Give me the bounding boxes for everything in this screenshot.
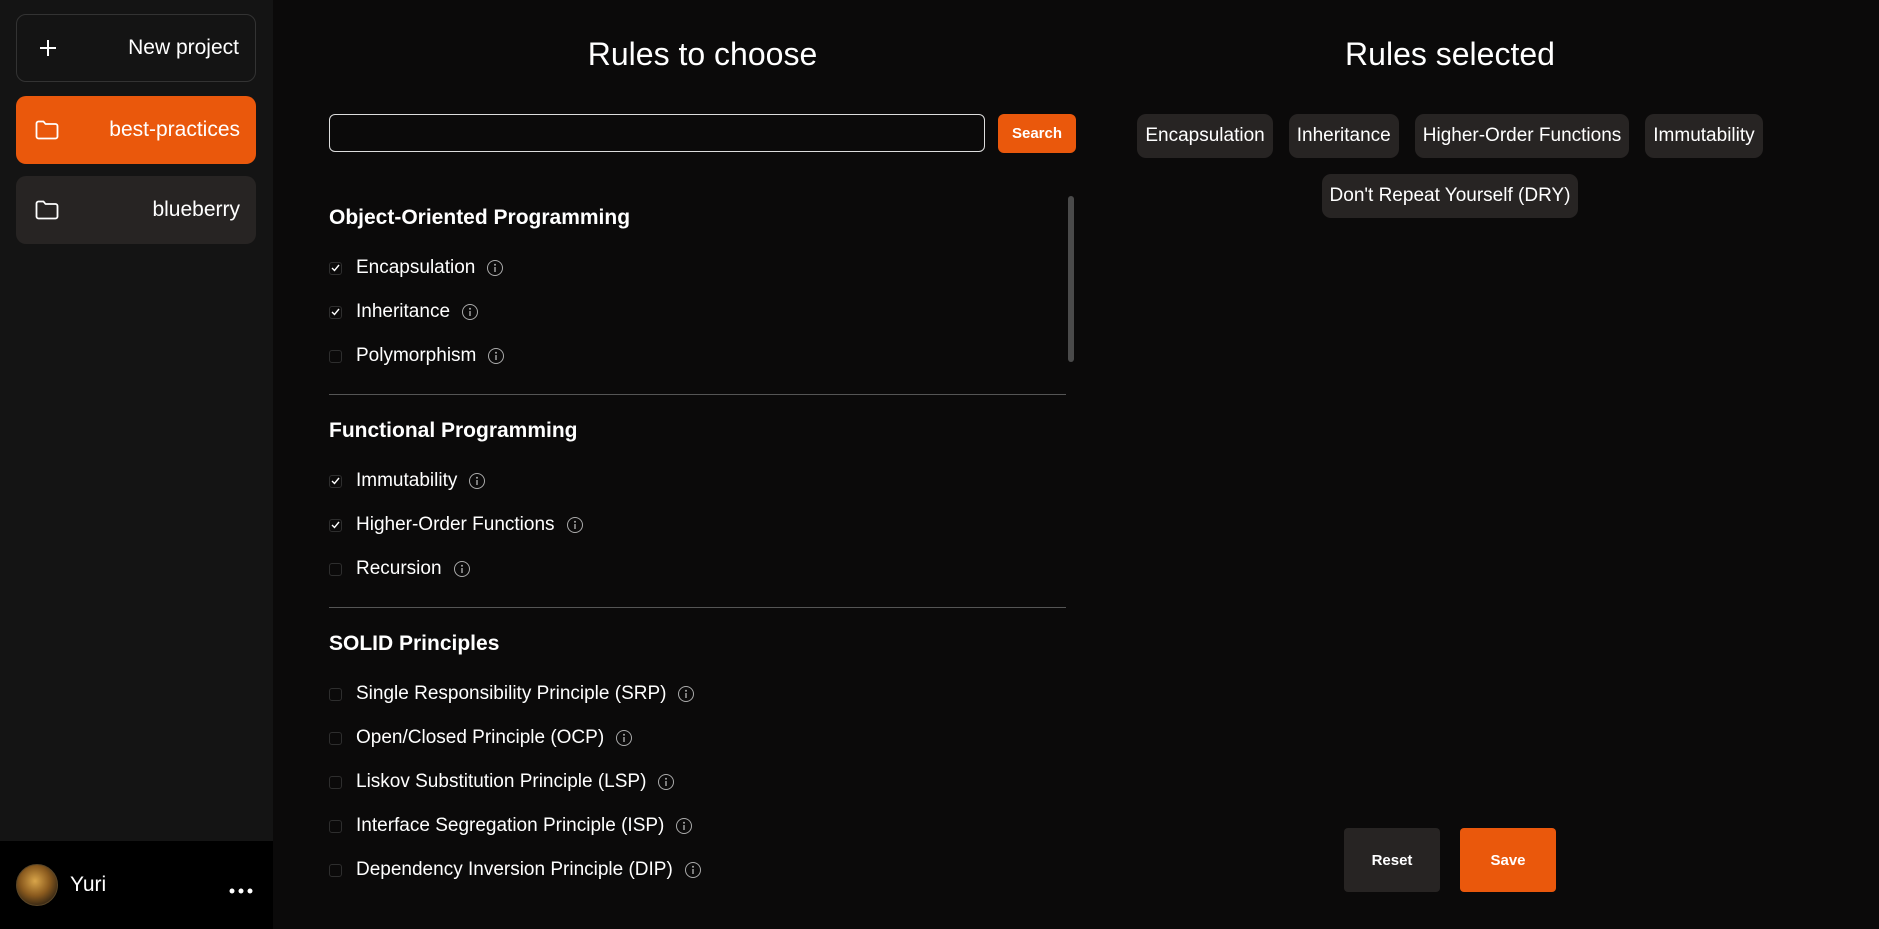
rule-section: SOLID Principles Single Responsibility Pr… (329, 632, 1066, 908)
reset-button[interactable]: Reset (1344, 828, 1440, 892)
rule-item[interactable]: Open/Closed Principle (OCP) (329, 716, 1066, 760)
rule-checkbox[interactable] (329, 863, 342, 877)
rule-label: Single Responsibility Principle (SRP) (356, 683, 667, 704)
rule-item[interactable]: Interface Segregation Principle (ISP) (329, 804, 1066, 848)
rule-label: Open/Closed Principle (OCP) (356, 727, 605, 748)
user-name: Yuri (70, 873, 107, 896)
rules-list-scrollbar[interactable] (1068, 196, 1074, 362)
selected-rule-chip[interactable]: Immutability (1645, 114, 1763, 158)
rule-item[interactable]: Dependency Inversion Principle (DIP) (329, 848, 1066, 892)
rule-item[interactable]: Single Responsibility Principle (SRP) (329, 672, 1066, 716)
section-title: SOLID Principles (329, 632, 500, 655)
info-icon[interactable] (684, 862, 701, 878)
info-icon[interactable] (566, 517, 583, 533)
project-name: best-practices (109, 118, 240, 141)
selected-rule-chip[interactable]: Don't Repeat Yourself (DRY) (1321, 174, 1579, 218)
avatar[interactable] (16, 864, 58, 906)
rule-item[interactable]: Higher-Order Functions (329, 503, 1066, 547)
rule-section: Object-Oriented Programming Encapsulation… (329, 206, 1066, 395)
check-icon[interactable] (329, 305, 342, 319)
rule-checkbox[interactable] (329, 687, 342, 701)
rule-checkbox[interactable] (329, 731, 342, 745)
rule-checkbox[interactable] (329, 775, 342, 789)
info-icon[interactable] (676, 818, 693, 834)
rule-label: Polymorphism (356, 345, 477, 366)
check-icon[interactable] (329, 474, 342, 488)
rule-label: Encapsulation (356, 257, 476, 278)
ellipsis-icon[interactable] (225, 872, 257, 898)
info-icon[interactable] (462, 304, 479, 320)
selected-rule-chip[interactable]: Inheritance (1288, 114, 1399, 158)
info-icon[interactable] (616, 730, 633, 746)
check-icon[interactable] (329, 261, 342, 275)
search-input[interactable] (329, 114, 985, 152)
project-item-best-practices[interactable]: best-practices (16, 96, 256, 164)
rule-label: Recursion (356, 558, 442, 579)
info-icon[interactable] (488, 348, 505, 364)
rule-checkbox[interactable] (329, 349, 342, 363)
info-icon[interactable] (487, 260, 504, 276)
info-icon[interactable] (658, 774, 675, 790)
plus-icon (35, 35, 61, 61)
check-icon[interactable] (329, 518, 342, 532)
rule-label: Interface Segregation Principle (ISP) (356, 815, 665, 836)
rule-item[interactable]: Recursion (329, 547, 1066, 591)
folder-icon (34, 117, 60, 143)
folder-icon (34, 197, 60, 223)
save-button[interactable]: Save (1460, 828, 1556, 892)
rule-item[interactable]: Immutability (329, 459, 1066, 503)
user-bar: Yuri (0, 841, 273, 929)
project-item-blueberry[interactable]: blueberry (16, 176, 256, 244)
rule-label: Liskov Substitution Principle (LSP) (356, 771, 647, 792)
rule-checkbox[interactable] (329, 819, 342, 833)
new-project-button[interactable]: New project (16, 14, 256, 82)
rules-list[interactable]: Object-Oriented Programming Encapsulation… (329, 190, 1066, 929)
project-name: blueberry (152, 198, 240, 221)
section-title: Functional Programming (329, 419, 578, 442)
rule-section: Functional Programming Immutability Higher… (329, 419, 1066, 608)
rule-label: Higher-Order Functions (356, 514, 555, 535)
info-icon[interactable] (453, 561, 470, 577)
info-icon[interactable] (469, 473, 486, 489)
info-icon[interactable] (678, 686, 695, 702)
rules-to-choose-title: Rules to choose (587, 36, 818, 72)
rules-selected-title: Rules selected (1345, 36, 1555, 72)
rule-checkbox[interactable] (329, 562, 342, 576)
search-button[interactable]: Search (998, 114, 1076, 153)
rule-item[interactable]: Liskov Substitution Principle (LSP) (329, 760, 1066, 804)
rule-label: Dependency Inversion Principle (DIP) (356, 859, 673, 880)
selected-rule-chip[interactable]: Encapsulation (1137, 114, 1273, 158)
selected-rule-chip[interactable]: Higher-Order Functions (1414, 114, 1630, 158)
rule-label: Immutability (356, 470, 458, 491)
sidebar: New project best-practices blueberry Yur… (0, 0, 273, 929)
section-title: Object-Oriented Programming (329, 206, 631, 229)
rule-item[interactable]: Polymorphism (329, 334, 1066, 378)
rule-item[interactable]: Encapsulation (329, 246, 1066, 290)
rule-label: Inheritance (356, 301, 451, 322)
selected-rules: Encapsulation Inheritance Higher-Order Fun… (1120, 114, 1780, 218)
new-project-label: New project (128, 36, 239, 59)
rule-item[interactable]: Inheritance (329, 290, 1066, 334)
